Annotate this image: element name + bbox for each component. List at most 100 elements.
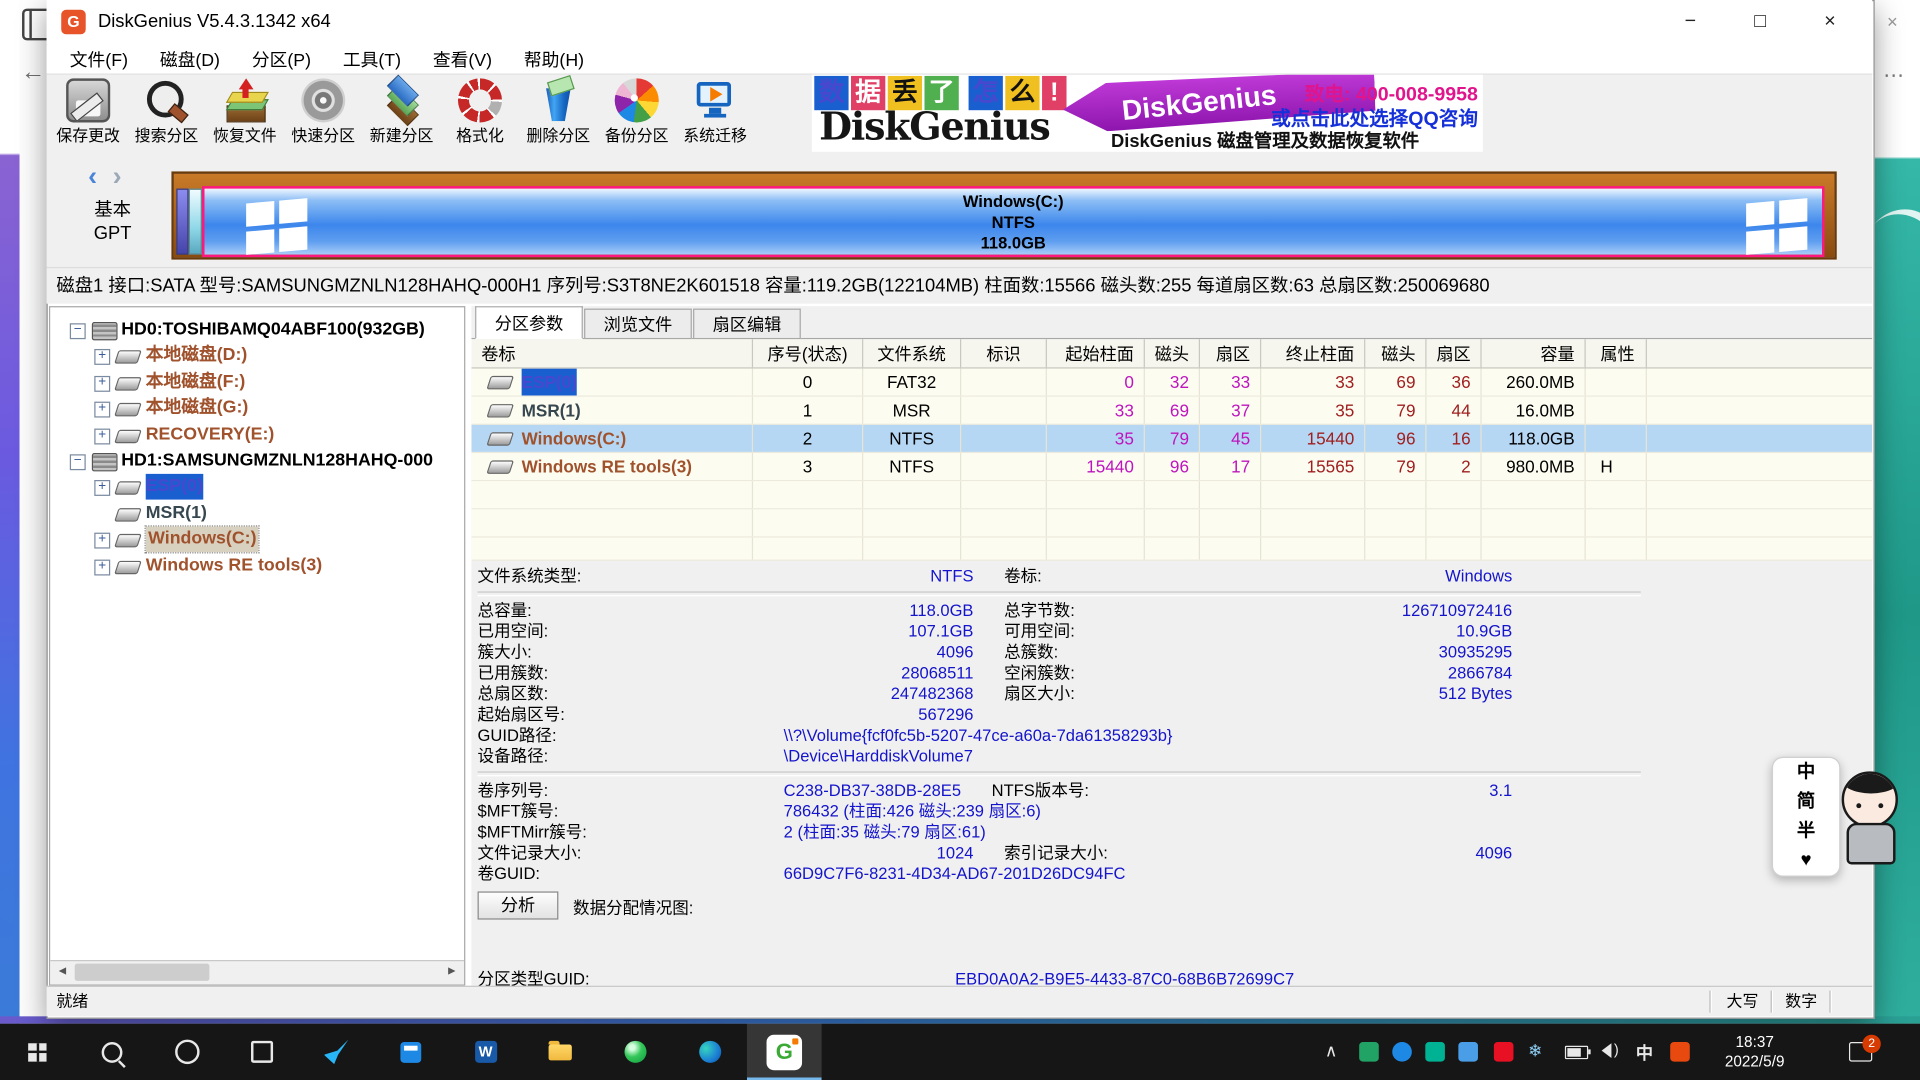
partition-icon	[114, 508, 142, 521]
menu-help[interactable]: 帮助(H)	[508, 46, 600, 72]
backup-partition-button[interactable]: 备份分区	[598, 75, 676, 153]
col-capacity[interactable]: 容量	[1482, 339, 1586, 367]
desktop-mascot	[1832, 767, 1908, 880]
analyze-button[interactable]: 分析	[478, 891, 559, 919]
close-button[interactable]: ×	[1795, 0, 1865, 44]
table-row-windows-c[interactable]: Windows(C:) 2 NTFS 35 79 45 15440 96 16 …	[471, 425, 1872, 453]
scroll-right-icon[interactable]: ►	[441, 961, 463, 983]
menu-tools[interactable]: 工具(T)	[327, 46, 417, 72]
start-button[interactable]	[0, 1024, 75, 1080]
scrollbar-thumb[interactable]	[75, 964, 210, 981]
quick-partition-button[interactable]: 快速分区	[284, 75, 362, 153]
heart-icon[interactable]: ♥	[1773, 846, 1839, 875]
next-disk-arrow-icon[interactable]: ›	[113, 160, 122, 192]
tray-teal-icon[interactable]	[1425, 1042, 1445, 1062]
expand-icon[interactable]: +	[94, 376, 110, 392]
col-end-head[interactable]: 磁头	[1365, 339, 1426, 367]
collapse-icon[interactable]: −	[70, 323, 86, 339]
partition-icon	[114, 350, 142, 363]
tray-orange-icon[interactable]	[1670, 1042, 1690, 1062]
action-center-icon[interactable]: 2	[1849, 1042, 1872, 1062]
col-flag[interactable]: 标识	[961, 339, 1047, 367]
menu-partition[interactable]: 分区(P)	[236, 46, 327, 72]
expand-icon[interactable]: +	[94, 560, 110, 576]
save-changes-button[interactable]: 保存更改	[49, 75, 127, 153]
tray-red-icon[interactable]	[1494, 1042, 1514, 1062]
col-start-cylinder[interactable]: 起始柱面	[1047, 339, 1145, 367]
tab-partition-parameters[interactable]: 分区参数	[475, 306, 583, 339]
ad-banner[interactable]: 数 据 丢 了 怎 么 ! DiskGenius DiskGenius 致电: …	[812, 75, 1483, 152]
speaker-icon[interactable]	[1602, 1043, 1612, 1058]
pinned-app-store[interactable]	[373, 1024, 448, 1080]
col-start-head[interactable]: 磁头	[1145, 339, 1200, 367]
msr-partition-block[interactable]	[189, 189, 202, 255]
collapse-icon[interactable]: −	[70, 454, 86, 470]
tray-blue-circle-icon[interactable]	[1392, 1042, 1412, 1062]
ime-halfwidth[interactable]: 半	[1773, 817, 1839, 846]
table-row-esp[interactable]: ESP(0) 0 FAT32 0 32 33 33 69 36 260.0MB	[471, 369, 1872, 397]
backup-partition-label: 备份分区	[598, 122, 676, 145]
pinned-app-1[interactable]	[299, 1024, 374, 1080]
table-row-msr[interactable]: MSR(1) 1 MSR 33 69 37 35 79 44 16.0MB	[471, 397, 1872, 425]
battery-icon[interactable]	[1565, 1046, 1588, 1059]
new-partition-button[interactable]: 新建分区	[362, 75, 440, 153]
speaker-wave-icon: )	[1614, 1041, 1619, 1058]
back-arrow-icon[interactable]: ←	[21, 59, 45, 87]
expand-icon[interactable]: +	[94, 402, 110, 418]
minimize-button[interactable]: −	[1656, 0, 1726, 44]
col-end-sector[interactable]: 扇区	[1427, 339, 1482, 367]
search-partition-button[interactable]: 搜索分区	[127, 75, 205, 153]
pinned-app-browser[interactable]	[598, 1024, 673, 1080]
col-attributes[interactable]: 属性	[1586, 339, 1647, 367]
menu-file[interactable]: 文件(F)	[54, 46, 144, 72]
partition-detail-panel: 分区参数 浏览文件 扇区编辑 卷标 序号(状态) 文件系统 标识 起始柱面 磁头…	[471, 306, 1872, 986]
expand-icon[interactable]: +	[94, 349, 110, 365]
maximize-button[interactable]: □	[1725, 0, 1795, 44]
table-row-windows-re[interactable]: Windows RE tools(3) 3 NTFS 15440 96 17 1…	[471, 453, 1872, 481]
background-close-icon[interactable]: ×	[1887, 12, 1898, 33]
tree-horizontal-scrollbar[interactable]: ◄ ►	[50, 960, 464, 984]
tab-sector-editor[interactable]: 扇区编辑	[693, 309, 801, 340]
format-button[interactable]: 格式化	[441, 75, 519, 153]
pinned-app-edge[interactable]	[672, 1024, 747, 1080]
ime-indicator[interactable]: 中	[1636, 1041, 1653, 1065]
scroll-left-icon[interactable]: ◄	[51, 961, 73, 983]
cortana-button[interactable]	[149, 1024, 224, 1080]
esp-partition-block[interactable]	[176, 189, 188, 255]
windows-c-partition-block[interactable]: Windows(C:) NTFS 118.0GB	[202, 186, 1824, 257]
file-explorer-button[interactable]	[523, 1024, 598, 1080]
ime-toolbar[interactable]: 中 简 半 ♥	[1772, 757, 1841, 877]
menu-view[interactable]: 查看(V)	[417, 46, 508, 72]
detail-value: 66D9C7F6-8231-4D34-AD67-201D26DC94FC	[784, 863, 1126, 884]
clock-time: 18:37	[1709, 1032, 1800, 1052]
tab-browse-files[interactable]: 浏览文件	[584, 309, 692, 340]
save-changes-label: 保存更改	[49, 122, 127, 145]
edge-icon	[699, 1041, 721, 1063]
ime-lang-chinese[interactable]: 中	[1773, 758, 1839, 787]
expand-icon[interactable]: +	[94, 429, 110, 445]
expand-icon[interactable]: +	[94, 480, 110, 496]
expand-icon[interactable]: +	[94, 533, 110, 549]
cortana-icon	[174, 1040, 198, 1064]
recover-files-button[interactable]: 恢复文件	[206, 75, 284, 153]
col-end-cylinder[interactable]: 终止柱面	[1261, 339, 1365, 367]
diskgenius-taskbar-button[interactable]: G	[747, 1024, 822, 1080]
ime-simplified[interactable]: 简	[1773, 787, 1839, 816]
tray-blue-square-icon[interactable]	[1458, 1042, 1478, 1062]
system-migration-button[interactable]: 系统迁移	[676, 75, 754, 153]
col-start-sector[interactable]: 扇区	[1200, 339, 1261, 367]
task-view-button[interactable]	[224, 1024, 299, 1080]
tray-green-shield-icon[interactable]	[1359, 1042, 1379, 1062]
snowflake-icon[interactable]: ❄	[1528, 1041, 1542, 1062]
col-filesystem[interactable]: 文件系统	[863, 339, 961, 367]
hidden-icons-chevron[interactable]: ∧	[1325, 1041, 1338, 1062]
menu-disk[interactable]: 磁盘(D)	[144, 46, 236, 72]
taskbar-search-button[interactable]	[75, 1024, 150, 1080]
delete-partition-button[interactable]: 删除分区	[519, 75, 597, 153]
prev-disk-arrow-icon[interactable]: ‹	[88, 160, 97, 192]
taskbar-clock[interactable]: 18:37 2022/5/9	[1709, 1032, 1800, 1071]
col-volume-label[interactable]: 卷标	[471, 339, 753, 367]
pinned-app-word[interactable]: W	[448, 1024, 523, 1080]
col-seq-status[interactable]: 序号(状态)	[753, 339, 863, 367]
background-more-icon[interactable]: ⋯	[1883, 64, 1904, 88]
